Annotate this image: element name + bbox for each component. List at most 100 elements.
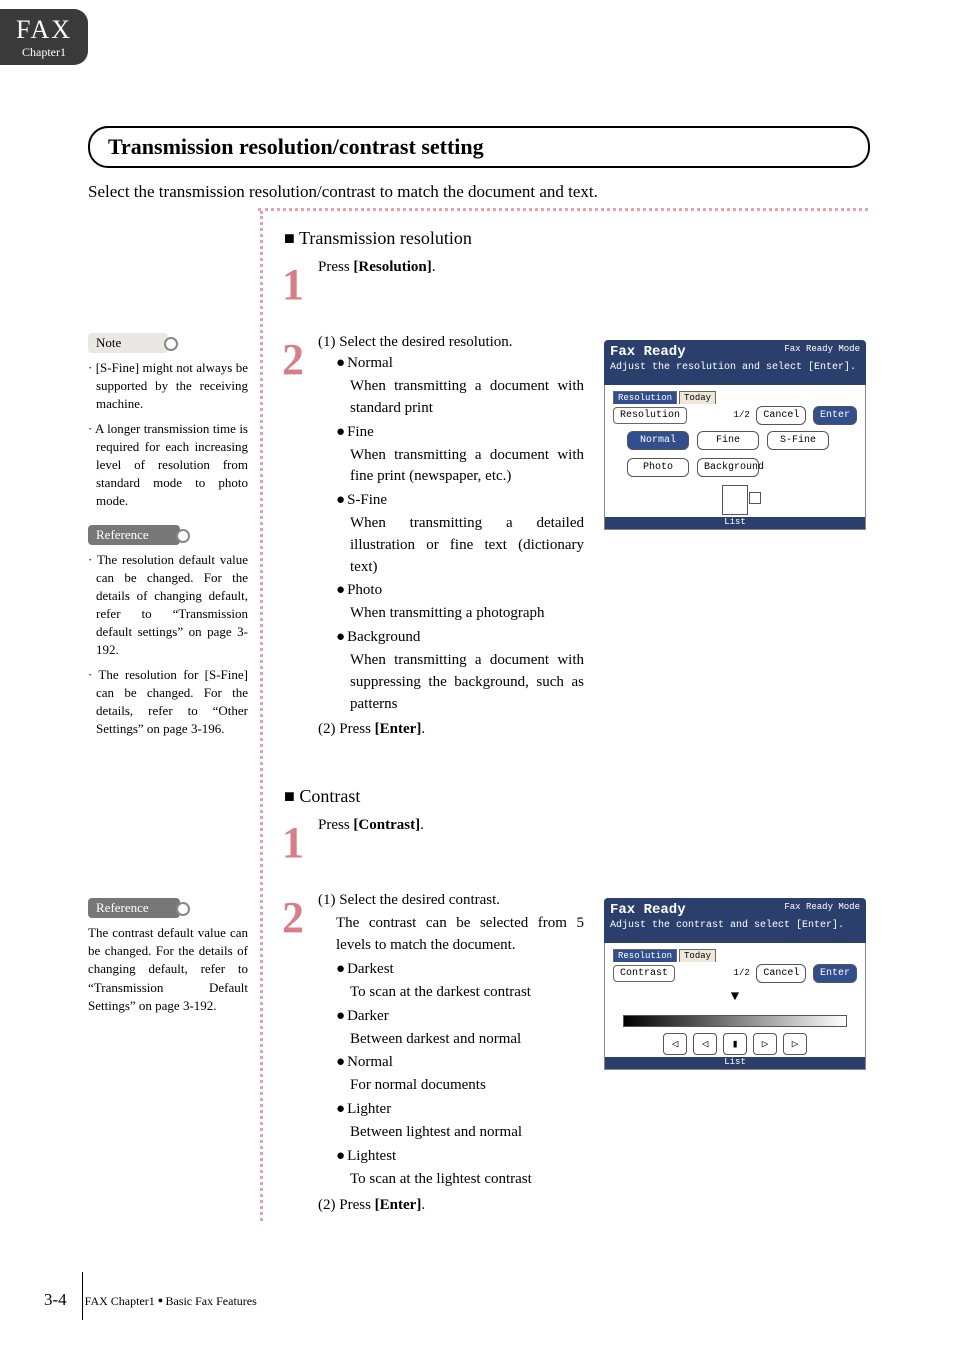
option-name: Darker (336, 1008, 584, 1025)
reference-item: · The resolution default value can be ch… (88, 551, 248, 660)
lcd-header: Fax Ready Mode Fax Ready Adjust the reso… (604, 340, 866, 385)
dotted-divider-v (260, 211, 263, 1221)
lcd-resolution: Fax Ready Mode Fax Ready Adjust the reso… (604, 340, 866, 530)
lcd-param: Contrast (613, 965, 675, 982)
lcd-statusbar: List (605, 1057, 865, 1069)
lcd-pager: 1/2 (734, 410, 750, 420)
reference-label-text: Reference (96, 527, 149, 542)
step-number: 1 (278, 817, 308, 868)
option-desc: For normal documents (336, 1075, 584, 1097)
step-text: Press (318, 817, 353, 833)
option-name: Lighter (336, 1101, 584, 1118)
lcd-title: Fax Ready (610, 344, 686, 360)
sidebar: Note · [S-Fine] might not always be supp… (88, 333, 248, 738)
note-label-text: Note (96, 335, 121, 350)
step-bold: [Enter] (375, 721, 422, 737)
breadcrumb: FAX Chapter1 ● Basic Fax Features (85, 1294, 257, 1309)
step-bold: [Contrast] (353, 817, 420, 833)
lcd-cancel-button[interactable]: Cancel (756, 964, 806, 983)
option-desc: To scan at the lightest contrast (336, 1169, 584, 1191)
lcd-body: Resolution Today Resolution 1/2 Cancel E… (604, 385, 866, 530)
note-item: · A longer transmission time is required… (88, 420, 248, 511)
step-number: 2 (278, 892, 308, 943)
option-name: Darkest (336, 961, 584, 978)
page-number: 3-4 (44, 1290, 67, 1310)
tab-title: FAX (0, 15, 88, 45)
lcd-arrow-button[interactable]: ◁ (663, 1033, 687, 1055)
breadcrumb-part: Basic Fax Features (165, 1294, 256, 1308)
step-bold: [Enter] (375, 1197, 422, 1213)
step-text: (2) Press (318, 721, 375, 737)
option-name: Photo (336, 582, 584, 599)
lcd-body: Resolution Today Contrast 1/2 Cancel Ent… (604, 943, 866, 1070)
section-heading: Transmission resolution/contrast setting (88, 126, 870, 168)
lcd-enter-button[interactable]: Enter (813, 964, 857, 983)
lcd-right-controls: 1/2 Cancel Enter (734, 406, 857, 425)
lcd-option-button[interactable]: Normal (627, 431, 689, 450)
lcd-message: Adjust the resolution and select [Enter]… (610, 362, 860, 373)
step-text: (2) Press (318, 1197, 375, 1213)
intro-text: Select the transmission resolution/contr… (88, 182, 598, 202)
lcd-cancel-button[interactable]: Cancel (756, 406, 806, 425)
step-sub: The contrast can be selected from 5 leve… (318, 913, 584, 957)
lcd-tab[interactable]: Resolution (613, 391, 677, 404)
reference-icon (176, 529, 190, 543)
option-desc: When transmitting a document with fine p… (336, 445, 584, 489)
lcd-tab[interactable]: Resolution (613, 949, 677, 962)
lcd-arrow-button[interactable]: ◁ (693, 1033, 717, 1055)
step-lead: (1) Select the desired resolution. (318, 334, 584, 351)
reference-icon (176, 902, 190, 916)
chapter-tab: FAX Chapter1 (0, 9, 88, 65)
step-number: 1 (278, 259, 308, 310)
lcd-option-button[interactable]: Background (697, 458, 759, 477)
contrast-step-1: 1 Press [Contrast]. (284, 817, 584, 834)
note-text: · A longer transmission time is required… (88, 420, 248, 511)
lcd-title: Fax Ready (610, 902, 686, 918)
contrast-step-2: 2 (1) Select the desired contrast. The c… (284, 892, 584, 1213)
lcd-tab[interactable]: Today (679, 391, 716, 404)
lcd-contrast-slider[interactable] (623, 1015, 847, 1027)
resolution-step-2: 2 (1) Select the desired resolution. Nor… (284, 334, 584, 738)
note-icon (164, 337, 178, 351)
lcd-pointer-icon: ▼ (609, 989, 861, 1005)
option-desc: When transmitting a document with standa… (336, 376, 584, 420)
option-name: Normal (336, 1054, 584, 1071)
lcd-header: Fax Ready Mode Fax Ready Adjust the cont… (604, 898, 866, 943)
lcd-option-button[interactable]: Photo (627, 458, 689, 477)
subheading-contrast: Contrast (284, 786, 584, 807)
lcd-arrow-button[interactable]: ▮ (723, 1033, 747, 1055)
step-text: . (432, 259, 436, 275)
option-name: Normal (336, 355, 584, 372)
option-desc: When transmitting a detailed illustratio… (336, 513, 584, 578)
reference-label-text: Reference (96, 900, 149, 915)
option-desc: Between lightest and normal (336, 1122, 584, 1144)
lcd-option-button[interactable]: S-Fine (767, 431, 829, 450)
lcd-tabrow: Resolution Today (613, 391, 861, 404)
lcd-arrow-button[interactable]: ▷ (753, 1033, 777, 1055)
lcd-tab[interactable]: Today (679, 949, 716, 962)
document-icon (722, 485, 748, 515)
reference-label: Reference (88, 525, 180, 545)
lcd-mode: Fax Ready Mode (784, 902, 860, 912)
lcd-arrow-button[interactable]: ▷ (783, 1033, 807, 1055)
lcd-button-grid: Normal Fine S-Fine Photo Background (627, 431, 861, 477)
lcd-mode: Fax Ready Mode (784, 344, 860, 354)
note-item: · [S-Fine] might not always be supported… (88, 359, 248, 414)
lcd-contrast: Fax Ready Mode Fax Ready Adjust the cont… (604, 898, 866, 1070)
breadcrumb-part: FAX Chapter1 (85, 1294, 155, 1308)
lcd-option-button[interactable]: Fine (697, 431, 759, 450)
step-bold: [Resolution] (353, 259, 431, 275)
lcd-message: Adjust the contrast and select [Enter]. (610, 920, 860, 931)
option-desc: To scan at the darkest contrast (336, 982, 584, 1004)
lcd-param: Resolution (613, 407, 687, 424)
dotted-divider-h (258, 208, 868, 211)
step-text: . (420, 817, 424, 833)
lcd-enter-button[interactable]: Enter (813, 406, 857, 425)
reference-label: Reference (88, 898, 180, 918)
main-column: Transmission resolution 1 Press [Resolut… (284, 228, 584, 1218)
lcd-pager: 1/2 (734, 968, 750, 978)
resolution-options: Normal When transmitting a document with… (318, 355, 584, 715)
reference-item: · The resolution for [S-Fine] can be cha… (88, 666, 248, 739)
option-desc: Between darkest and normal (336, 1029, 584, 1051)
lcd-tabrow: Resolution Today (613, 949, 861, 962)
